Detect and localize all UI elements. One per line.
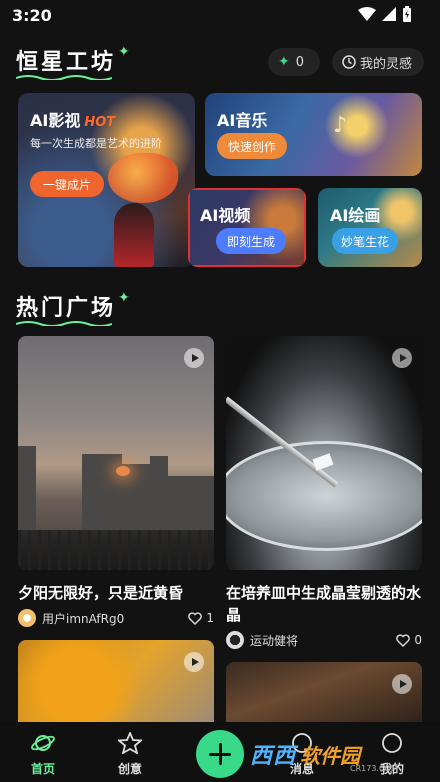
feed-caption: 夕阳无限好，只是近黄昏 [18, 584, 184, 602]
hot-section-title-text: 热门广场 [16, 296, 117, 321]
quick-create-button[interactable]: 快速创作 [217, 133, 287, 159]
feed-username[interactable]: 用户imnAfRg0 [42, 610, 124, 627]
ai-music-card[interactable]: AI音乐 快速创作 ♪ [205, 93, 422, 176]
squiggle-underline [16, 321, 112, 326]
my-inspiration-button[interactable]: 我的灵感 [332, 48, 424, 76]
nav-home[interactable]: 首页 [30, 732, 56, 777]
feed-item[interactable]: 夕阳无限好，只是近黄昏 用户imnAfRg0 1 [18, 336, 214, 632]
sparkle-icon: ✦ [118, 290, 133, 306]
clock-icon [342, 55, 356, 69]
page-title: 恒星工坊 ✦ [16, 44, 133, 80]
feed-thumbnail-partial[interactable] [226, 662, 422, 730]
feed-caption: 在培养皿中生成晶莹剔透的水晶 [226, 584, 422, 624]
credits-count: 0 [295, 54, 305, 70]
avatar[interactable] [226, 631, 244, 649]
ai-film-card[interactable]: AI影视 HOT 每一次生成都是艺术的进阶 一键成片 [18, 93, 195, 267]
star-icon: ✦ [278, 54, 290, 70]
heart-icon [188, 611, 203, 625]
feed-username[interactable]: 运动健将 [250, 632, 298, 649]
play-icon[interactable] [392, 348, 412, 368]
star-outline-icon [118, 732, 142, 754]
ai-paint-title: AI绘画 [330, 206, 381, 225]
nav-home-label: 首页 [30, 762, 55, 776]
watermark-logo: 西西 [250, 744, 297, 769]
feed-thumbnail-crystal[interactable] [226, 336, 422, 570]
wifi-icon [358, 7, 376, 21]
ai-music-title: AI音乐 [217, 111, 268, 130]
feed-meta: 运动健将 0 [226, 630, 422, 650]
site-watermark: 西西 软件园 CR173.COM [250, 732, 418, 776]
add-button[interactable] [196, 730, 244, 778]
credits-pill[interactable]: ✦ 0 [268, 48, 320, 76]
girl-illustration [114, 203, 154, 267]
selection-highlight [188, 188, 306, 267]
avatar[interactable] [18, 609, 36, 627]
brush-flower-button[interactable]: 妙笔生花 [332, 228, 398, 254]
feed-thumbnail-partial[interactable] [18, 640, 214, 730]
status-icons [358, 6, 412, 22]
my-inspiration-label: 我的灵感 [360, 56, 413, 72]
sun-glow [116, 466, 130, 476]
hot-badge: HOT [84, 115, 116, 130]
status-bar: 3:20 [0, 0, 440, 32]
nav-create-label: 创意 [118, 762, 143, 776]
play-icon[interactable] [184, 348, 204, 368]
watermark-url: CR173.COM [350, 764, 398, 773]
like-count: 0 [414, 633, 422, 647]
one-click-film-button[interactable]: 一键成片 [30, 171, 104, 197]
hot-section-title: 热门广场 ✦ [16, 290, 133, 326]
play-icon[interactable] [184, 652, 204, 672]
feed-item[interactable]: 在培养皿中生成晶莹剔透的水晶 运动健将 0 [226, 336, 422, 652]
signal-icon [382, 7, 396, 21]
squiggle-underline [16, 75, 112, 80]
balcony-railing [18, 530, 214, 570]
page-title-text: 恒星工坊 [16, 50, 117, 75]
feed-thumbnail-sunset[interactable] [18, 336, 214, 570]
heart-icon [396, 633, 411, 647]
ai-video-card[interactable]: AI视频 即刻生成 [188, 188, 306, 267]
ai-film-title: AI影视 HOT [30, 111, 116, 130]
status-time: 3:20 [12, 6, 52, 25]
planet-icon [31, 735, 55, 751]
battery-icon [403, 6, 411, 22]
like-button[interactable]: 1 [188, 611, 214, 625]
koi-illustration [108, 153, 178, 203]
ai-paint-card[interactable]: AI绘画 妙笔生花 [318, 188, 422, 267]
sparkle-icon: ✦ [118, 44, 133, 60]
like-button[interactable]: 0 [396, 633, 422, 647]
play-icon[interactable] [392, 674, 412, 694]
nav-create[interactable]: 创意 [118, 732, 142, 777]
ai-film-subtitle: 每一次生成都是艺术的进阶 [30, 137, 162, 150]
like-count: 1 [206, 611, 214, 625]
music-note-icon: ♪ [333, 113, 348, 138]
feed-meta: 用户imnAfRg0 1 [18, 608, 214, 628]
